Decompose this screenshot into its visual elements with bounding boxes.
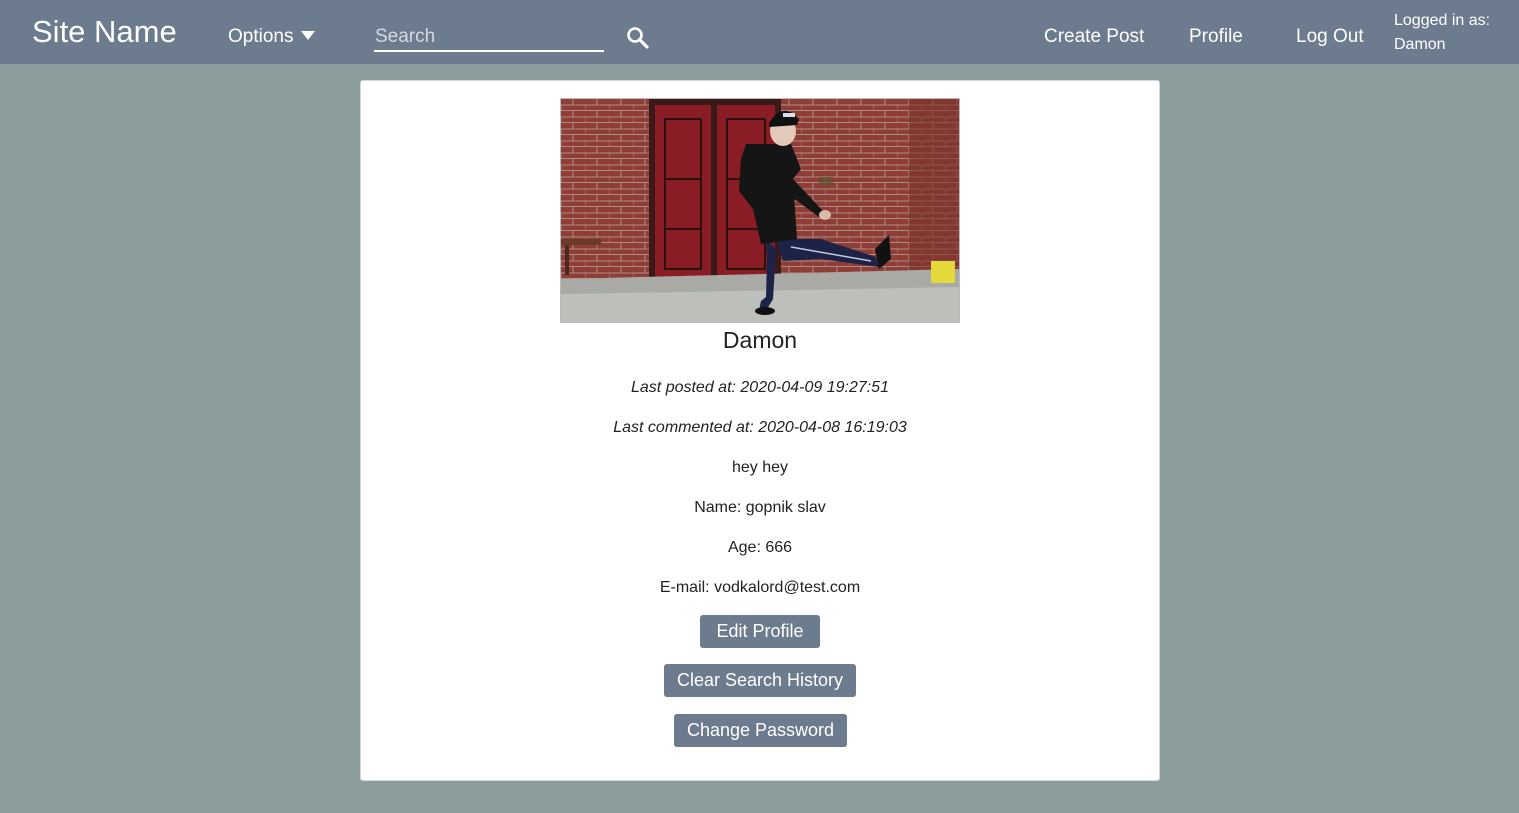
clear-search-history-button[interactable]: Clear Search History — [664, 664, 856, 697]
profile-username: Damon — [722, 327, 798, 353]
search-input[interactable] — [374, 24, 604, 52]
last-commented-text: Last commented at: 2020-04-08 16:19:03 — [613, 419, 907, 436]
edit-profile-button[interactable]: Edit Profile — [700, 615, 820, 648]
profile-link[interactable]: Profile — [1189, 26, 1243, 48]
caret-down-icon — [301, 31, 316, 40]
last-posted-text: Last posted at: 2020-04-09 19:27:51 — [631, 379, 889, 396]
profile-email: E-mail: vodkalord@test.com — [659, 579, 861, 596]
profile-photo-illustration — [561, 99, 959, 322]
create-post-link[interactable]: Create Post — [1044, 26, 1144, 48]
search-icon — [627, 27, 649, 49]
logout-link[interactable]: Log Out — [1296, 26, 1364, 48]
navbar: Site Name Options Create Post Profile Lo… — [0, 0, 1519, 64]
site-brand[interactable]: Site Name — [32, 14, 177, 50]
options-dropdown[interactable]: Options — [228, 26, 316, 48]
logged-in-user: Damon — [1394, 36, 1446, 53]
profile-name: Name: gopnik slav — [694, 499, 826, 516]
change-password-button[interactable]: Change Password — [674, 714, 847, 747]
options-label: Options — [228, 26, 294, 47]
profile-age: Age: 666 — [727, 539, 793, 556]
profile-picture — [560, 98, 960, 323]
logged-in-label: Logged in as: — [1394, 12, 1491, 29]
search-button[interactable] — [624, 24, 652, 52]
profile-bio: hey hey — [731, 459, 789, 476]
profile-card: Damon Last posted at: 2020-04-09 19:27:5… — [360, 80, 1160, 781]
